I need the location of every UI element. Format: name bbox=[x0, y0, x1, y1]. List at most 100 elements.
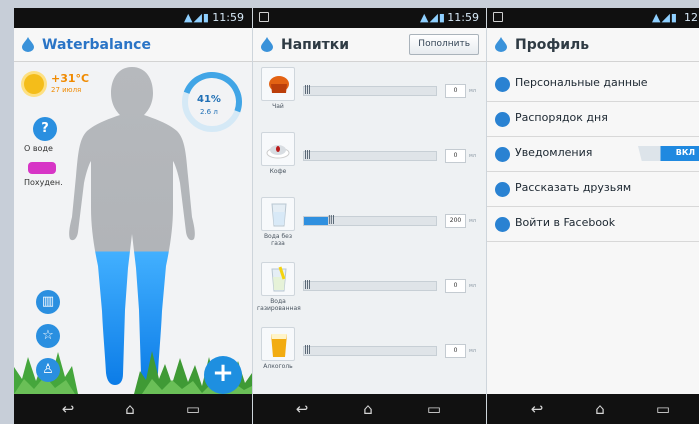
drink-name: Алкоголь bbox=[263, 363, 293, 370]
progress-volume: 2.6 л bbox=[200, 108, 218, 116]
drinks-screen: ▲◢▮ 11:59 Напитки Пополнить Чай ||| 0 мл… bbox=[252, 8, 486, 424]
drink-value[interactable]: 0 bbox=[445, 344, 466, 358]
drink-row-still-water: Вода без газа ||| 200 мл bbox=[253, 195, 486, 263]
profile-icon[interactable]: ♙ bbox=[36, 358, 60, 382]
drink-row-tea: Чай ||| 0 мл bbox=[253, 65, 486, 133]
recent-apps-icon[interactable]: ▭ bbox=[420, 400, 448, 418]
drink-value[interactable]: 200 bbox=[445, 214, 466, 228]
personal-data-item[interactable]: Персональные данные bbox=[487, 67, 699, 102]
water-drop-icon bbox=[495, 37, 507, 52]
drink-name: Чай bbox=[272, 103, 284, 110]
sun-icon bbox=[24, 74, 44, 94]
back-icon[interactable]: ↩ bbox=[288, 400, 316, 418]
weight-loss-label: Похуден. bbox=[24, 178, 63, 187]
drink-unit: мл bbox=[469, 88, 476, 94]
recent-apps-icon[interactable]: ▭ bbox=[179, 400, 207, 418]
personal-data-label: Персональные данные bbox=[515, 76, 648, 89]
nav-bar: ↩ ⌂ ▭ bbox=[487, 394, 699, 424]
nav-bar: ↩ ⌂ ▭ bbox=[253, 394, 486, 424]
facebook-icon bbox=[495, 217, 510, 232]
slider-thumb[interactable]: ||| bbox=[328, 215, 342, 227]
app-title: Waterbalance bbox=[42, 36, 151, 53]
candy-icon[interactable] bbox=[28, 162, 56, 174]
signal-icon: ▲◢▮ bbox=[184, 11, 210, 24]
tell-friends-label: Рассказать друзьям bbox=[515, 181, 632, 194]
app-header: Waterbalance bbox=[14, 28, 252, 62]
daily-schedule-item[interactable]: Распорядок дня bbox=[487, 102, 699, 137]
signal-icon: ▲◢▮ bbox=[652, 11, 678, 24]
nav-bar: ↩ ⌂ ▭ bbox=[14, 394, 252, 424]
facebook-login-item[interactable]: Войти в Facebook bbox=[487, 207, 699, 242]
drink-name: Вода газированная bbox=[257, 298, 301, 312]
add-water-button[interactable]: + bbox=[204, 356, 242, 394]
home-icon[interactable]: ⌂ bbox=[354, 400, 382, 418]
slider-thumb[interactable]: ||| bbox=[304, 345, 318, 357]
drink-name: Кофе bbox=[269, 168, 287, 175]
drinks-list: Чай ||| 0 мл Кофе ||| 0 мл Вода без газа… bbox=[253, 62, 486, 394]
profile-screen: ▲◢▮ 12 Профиль Персональные данные Распо… bbox=[486, 8, 699, 424]
water-overview: +31°C 27 июля ? О воде Похуден. 41% 2.6 … bbox=[14, 62, 252, 394]
signal-icon: ▲◢▮ bbox=[420, 11, 446, 24]
star-icon[interactable]: ☆ bbox=[36, 324, 60, 348]
status-time: 12 bbox=[684, 11, 698, 24]
notifications-label: Уведомления bbox=[515, 146, 593, 159]
status-time: 11:59 bbox=[447, 11, 479, 24]
bell-icon bbox=[495, 147, 510, 162]
clock-icon bbox=[495, 112, 510, 127]
waterbalance-screen: ▲◢▮ 11:59 Waterbalance +31°C 27 июля ? О… bbox=[14, 8, 252, 424]
home-icon[interactable]: ⌂ bbox=[116, 400, 144, 418]
drink-slider[interactable]: ||| bbox=[303, 150, 437, 162]
recent-apps-icon[interactable]: ▭ bbox=[649, 400, 677, 418]
status-bar: ▲◢▮ 12 bbox=[487, 8, 699, 28]
drink-slider[interactable]: ||| bbox=[303, 280, 437, 292]
daily-schedule-label: Распорядок дня bbox=[515, 111, 608, 124]
coffee-icon bbox=[261, 132, 295, 166]
refill-button[interactable]: Пополнить bbox=[409, 34, 479, 55]
profile-header: Профиль bbox=[487, 28, 699, 62]
sparkling-water-icon bbox=[261, 262, 295, 296]
slider-thumb[interactable]: ||| bbox=[304, 85, 318, 97]
tea-icon bbox=[261, 67, 295, 101]
drink-unit: мл bbox=[469, 348, 476, 354]
device-screens: ▲◢▮ 11:59 Waterbalance +31°C 27 июля ? О… bbox=[14, 8, 699, 424]
water-drop-icon bbox=[261, 37, 273, 52]
facebook-login-label: Войти в Facebook bbox=[515, 216, 616, 229]
image-icon bbox=[259, 12, 269, 22]
still-water-icon bbox=[261, 197, 295, 231]
profile-menu: Персональные данные Распорядок дня Уведо… bbox=[487, 62, 699, 394]
drink-slider[interactable]: ||| bbox=[303, 345, 437, 357]
status-bar: ▲◢▮ 11:59 bbox=[14, 8, 252, 28]
drink-value[interactable]: 0 bbox=[445, 279, 466, 293]
drink-unit: мл bbox=[469, 218, 476, 224]
back-icon[interactable]: ↩ bbox=[54, 400, 82, 418]
drink-slider[interactable]: ||| bbox=[303, 85, 437, 97]
drinks-header: Напитки Пополнить bbox=[253, 28, 486, 62]
drink-value[interactable]: 0 bbox=[445, 149, 466, 163]
status-bar: ▲◢▮ 11:59 bbox=[253, 8, 486, 28]
water-drop-icon bbox=[22, 37, 34, 52]
back-icon[interactable]: ↩ bbox=[523, 400, 551, 418]
stats-icon[interactable]: ▥ bbox=[36, 290, 60, 314]
tell-friends-item[interactable]: Рассказать друзьям bbox=[487, 172, 699, 207]
drink-name: Вода без газа bbox=[263, 233, 293, 247]
slider-thumb[interactable]: ||| bbox=[304, 280, 318, 292]
toggle-label: ВКЛ bbox=[675, 148, 695, 157]
drink-value[interactable]: 0 bbox=[445, 84, 466, 98]
drink-row-alcohol: Алкоголь ||| 0 мл bbox=[253, 325, 486, 393]
help-icon[interactable]: ? bbox=[33, 117, 57, 141]
drink-row-coffee: Кофе ||| 0 мл bbox=[253, 130, 486, 198]
drink-unit: мл bbox=[469, 283, 476, 289]
status-time: 11:59 bbox=[212, 11, 244, 24]
notifications-item[interactable]: Уведомления ВКЛ bbox=[487, 137, 699, 172]
about-water-label: О воде bbox=[24, 144, 53, 153]
home-icon[interactable]: ⌂ bbox=[586, 400, 614, 418]
screenshot-frame-left bbox=[0, 0, 14, 424]
drink-unit: мл bbox=[469, 153, 476, 159]
drink-slider[interactable]: ||| bbox=[303, 215, 437, 227]
drink-row-sparkling-water: Вода газированная ||| 0 мл bbox=[253, 260, 486, 328]
user-icon bbox=[495, 77, 510, 92]
slider-thumb[interactable]: ||| bbox=[304, 150, 318, 162]
beer-icon bbox=[261, 327, 295, 361]
chat-icon bbox=[495, 182, 510, 197]
profile-title: Профиль bbox=[515, 36, 590, 53]
